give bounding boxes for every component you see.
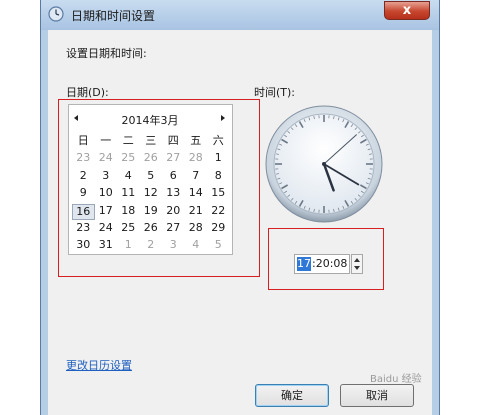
close-button[interactable]: x (384, 1, 430, 20)
watermark: Baidu 经验 (370, 374, 422, 385)
ok-button[interactable]: 确定 (255, 384, 329, 407)
window-title: 日期和时间设置 (71, 9, 156, 23)
cancel-button[interactable]: 取消 (340, 384, 414, 407)
date-annotation-box (58, 99, 260, 277)
clock-app-icon (48, 6, 64, 22)
date-label: 日期(D): (66, 86, 109, 99)
analog-clock (264, 104, 384, 224)
change-calendar-settings-link[interactable]: 更改日历设置 (66, 357, 132, 373)
time-annotation-box (268, 228, 384, 290)
dialog-heading: 设置日期和时间: (66, 47, 147, 60)
time-label: 时间(T): (254, 86, 296, 99)
